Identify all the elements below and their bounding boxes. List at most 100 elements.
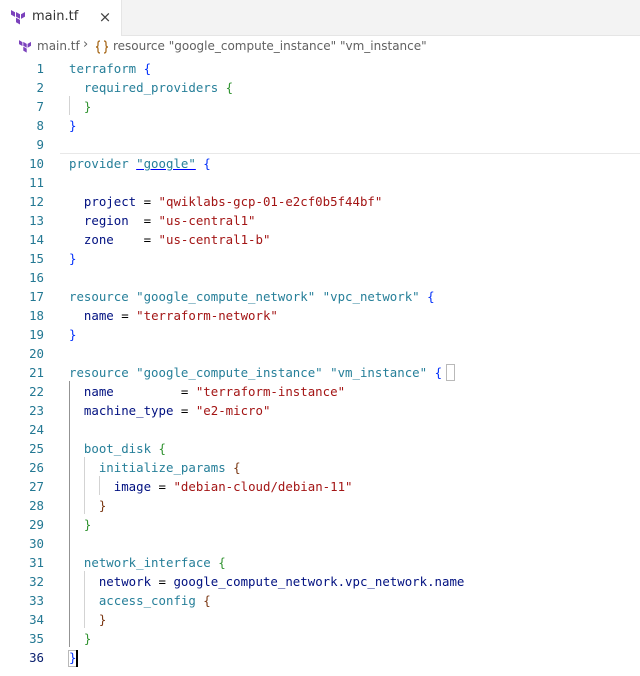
code-token: = [113,308,137,323]
code-text: initialize_params { [69,458,241,477]
code-text: network_interface { [69,553,226,572]
code-token: access_config [98,593,204,608]
code-line[interactable]: 9 [0,135,640,154]
code-token: } [69,251,77,266]
code-token: google_compute_network.vpc_network.name [173,574,465,589]
line-number: 27 [29,479,44,494]
code-token: } [98,498,107,513]
code-line[interactable]: 17 resource "google_compute_network" "vpc… [0,287,640,306]
code-line[interactable]: 28 } [0,496,640,515]
code-token: boot_disk [83,441,159,456]
line-number: 1 [36,61,44,76]
code-line[interactable]: 2 required_providers { [0,78,640,97]
line-number: 32 [29,574,44,589]
code-line[interactable]: 8} [0,116,640,135]
line-number: 29 [29,517,44,532]
code-line[interactable]: 31 network_interface { [0,553,640,572]
line-number: 35 [29,631,44,646]
tab-label: main.tf [32,9,79,24]
code-line[interactable]: 25 boot_disk { [0,439,640,458]
code-text: } [69,629,91,648]
code-line[interactable]: 11 [0,173,640,192]
code-line[interactable]: 36} [0,648,640,667]
code-token: { [434,365,443,380]
terraform-icon [19,40,31,53]
code-token: "vpc_network" [322,289,420,304]
code-line[interactable]: 29 } [0,515,640,534]
code-token: machine_type [83,403,174,418]
line-number: 19 [29,327,44,342]
code-text: resource "google_compute_network" "vpc_n… [69,287,435,306]
code-line[interactable]: 24 [0,420,640,439]
code-text: } [69,116,76,135]
line-number: 20 [29,346,44,361]
line-number: 7 [36,99,44,114]
code-token: { [158,441,166,456]
code-line[interactable]: 21 resource "google_compute_instance" "vm… [0,363,640,382]
close-icon[interactable]: × [96,8,114,26]
line-number: 25 [29,441,44,456]
code-line[interactable]: 23 machine_type = "e2-micro" [0,401,640,420]
breadcrumb-file[interactable]: main.tf [37,39,80,53]
code-line[interactable]: 10 provider "google" { [0,154,640,173]
code-token: = [173,403,196,418]
code-token: name [83,384,114,399]
code-line[interactable]: 15} [0,249,640,268]
code-token: "google_compute_network" [136,289,316,304]
code-line[interactable]: 27 image = "debian-cloud/debian-11" [0,477,640,496]
code-token: zone [83,232,114,247]
code-text: provider "google" { [69,154,211,173]
line-number: 28 [29,498,44,513]
code-line[interactable]: 30 [0,534,640,553]
code-token: required_providers [83,80,226,95]
code-token: { [203,593,211,608]
code-line[interactable]: 13 region = "us-central1" [0,211,640,230]
code-token: { [203,156,211,171]
code-line[interactable]: 18 name = "terraform-network" [0,306,640,325]
code-line[interactable]: 14 zone = "us-central1-b" [0,230,640,249]
tab-bar: main.tf × [0,0,640,36]
code-line[interactable]: 1 terraform { [0,59,640,78]
code-line[interactable]: 20 [0,344,640,363]
code-token: "us-central1-b" [158,232,271,247]
breadcrumb-symbol[interactable]: resource "google_compute_instance" "vm_i… [113,39,427,53]
code-token: = [128,213,159,228]
code-line[interactable]: 19} [0,325,640,344]
line-number: 23 [29,403,44,418]
code-line[interactable]: 26 initialize_params { [0,458,640,477]
code-token: "us-central1" [158,213,256,228]
code-token: terraform [69,61,144,76]
code-line[interactable]: 16 [0,268,640,287]
line-number: 14 [29,232,44,247]
code-line[interactable]: 7 } [0,97,640,116]
code-line[interactable]: 32 network = google_compute_network.vpc_… [0,572,640,591]
breadcrumb-separator: › [83,37,89,52]
code-line[interactable]: 22 name = "terraform-instance" [0,382,640,401]
code-line[interactable]: 35 } [0,629,640,648]
code-line[interactable]: 33 access_config { [0,591,640,610]
code-token: image [113,479,152,494]
code-text: project = "qwiklabs-gcp-01-e2cf0b5f44bf" [69,192,382,211]
line-number: 31 [29,555,44,570]
code-text: region = "us-central1" [69,211,256,230]
tab-main-tf[interactable]: main.tf × [0,0,122,36]
code-token: initialize_params [98,460,234,475]
code-editor[interactable]: 1 terraform {2 required_providers {7 } 8} 9… [0,58,640,676]
code-text: access_config { [69,591,211,610]
code-line[interactable]: 12 project = "qwiklabs-gcp-01-e2cf0b5f44… [0,192,640,211]
code-token: "terraform-network" [136,308,278,323]
code-line[interactable]: 34 } [0,610,640,629]
code-token: resource [69,365,137,380]
